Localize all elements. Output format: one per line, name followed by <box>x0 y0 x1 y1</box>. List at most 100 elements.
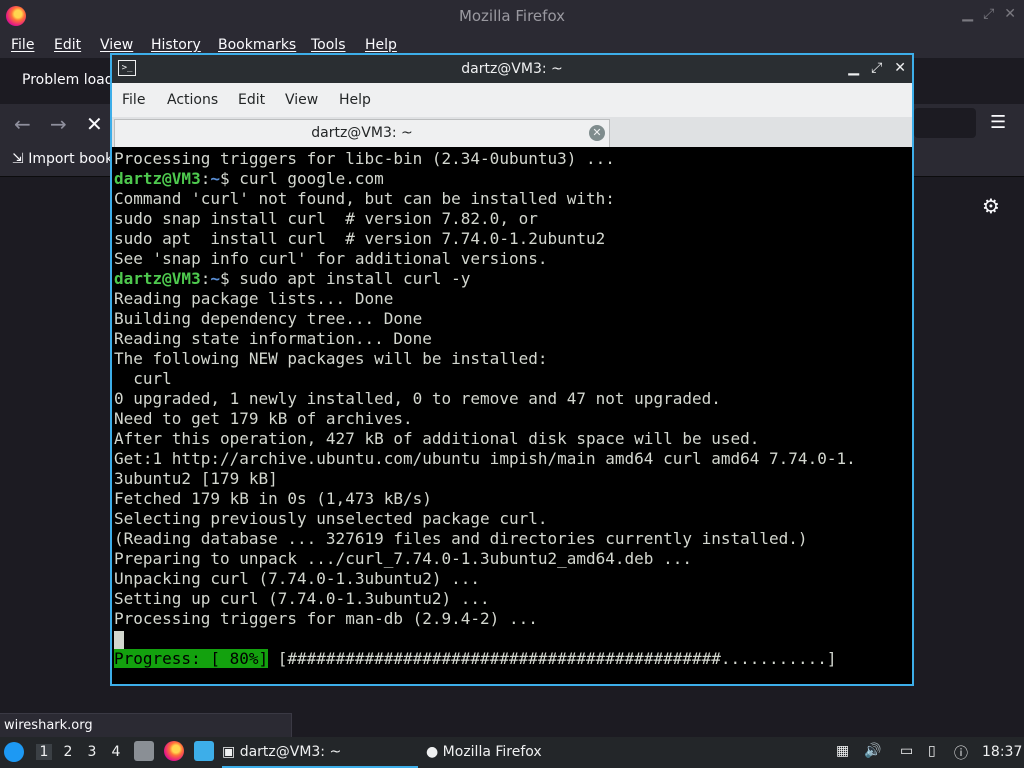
firefox-window-title: Mozilla Firefox <box>458 7 566 25</box>
terminal-menu-actions[interactable]: Actions <box>167 92 218 108</box>
prompt-path: ~ <box>210 169 220 188</box>
terminal-line: Building dependency tree... Done <box>114 309 423 328</box>
import-bookmarks-label: Import book <box>28 151 114 167</box>
network-icon[interactable]: ▭ <box>900 743 913 759</box>
workspace-4[interactable]: 4 <box>108 744 124 760</box>
firefox-menu-file[interactable]: File <box>11 37 34 53</box>
import-icon: ⇲ <box>12 151 24 167</box>
terminal-line: Fetched 179 kB in 0s (1,473 kB/s) <box>114 489 432 508</box>
terminal-output[interactable]: Processing triggers for libc-bin (2.34-0… <box>112 147 912 684</box>
workspace-3[interactable]: 3 <box>84 744 100 760</box>
terminal-menu-help[interactable]: Help <box>339 92 371 108</box>
terminal-prompt-line: dartz@VM3:~$ sudo apt install curl -y <box>114 269 470 289</box>
start-menu-icon[interactable] <box>4 742 24 762</box>
prompt-user: dartz@VM3 <box>114 169 201 188</box>
prompt-dollar: $ <box>219 269 240 288</box>
terminal-line: Processing triggers for libc-bin (2.34-0… <box>114 149 615 168</box>
terminal-window-controls: ▁ ⤢ ✕ <box>848 60 906 76</box>
terminal-line: The following NEW packages will be insta… <box>114 349 548 368</box>
firefox-menu-help[interactable]: Help <box>365 37 397 53</box>
prompt-separator: : <box>200 169 211 188</box>
terminal-line: Selecting previously unselected package … <box>114 509 548 528</box>
clipboard-icon[interactable]: ▦ <box>836 743 849 759</box>
firefox-tab-label: Problem load <box>22 72 114 88</box>
terminal-line: 3ubuntu2 [179 kB] <box>114 469 278 488</box>
terminal-line: 0 upgraded, 1 newly installed, 0 to remo… <box>114 389 721 408</box>
show-desktop-icon[interactable] <box>194 741 214 761</box>
volume-icon[interactable]: 🔊 <box>864 743 881 759</box>
terminal-line: (Reading database ... 327619 files and d… <box>114 529 808 548</box>
notes-icon[interactable]: ▯ <box>928 743 936 759</box>
minimize-icon[interactable]: ▁ <box>848 60 859 76</box>
terminal-line: Unpacking curl (7.74.0-1.3ubuntu2) ... <box>114 569 481 588</box>
firefox-menu-history[interactable]: History <box>151 37 201 53</box>
progress-line: Progress: [ 80%] [######################… <box>114 649 836 669</box>
terminal-line: Preparing to unpack .../curl_7.74.0-1.3u… <box>114 549 692 568</box>
file-manager-icon[interactable] <box>134 741 154 761</box>
firefox-menu-tools[interactable]: Tools <box>311 37 346 53</box>
stop-icon[interactable]: ✕ <box>86 112 103 136</box>
terminal-line: Reading package lists... Done <box>114 289 394 308</box>
close-icon[interactable]: ✕ <box>1004 6 1016 22</box>
terminal-line: Command 'curl' not found, but can be ins… <box>114 189 615 208</box>
text-cursor <box>114 630 124 649</box>
prompt-dollar: $ <box>219 169 240 188</box>
terminal-line: curl <box>114 369 172 388</box>
prompt-command: curl google.com <box>239 169 384 188</box>
workspace-2[interactable]: 2 <box>60 744 76 760</box>
workspace-1[interactable]: 1 <box>36 744 52 760</box>
firefox-launcher-icon[interactable] <box>164 741 184 761</box>
prompt-path: ~ <box>210 269 220 288</box>
terminal-titlebar: >_ dartz@VM3: ~ ▁ ⤢ ✕ <box>112 55 912 83</box>
firefox-tab-problem-loading[interactable]: Problem load <box>22 72 114 88</box>
back-arrow-icon[interactable]: ← <box>14 112 31 136</box>
terminal-menu-file[interactable]: File <box>122 92 145 108</box>
terminal-window: >_ dartz@VM3: ~ ▁ ⤢ ✕ File Actions Edit … <box>110 53 914 686</box>
firefox-icon: ● <box>426 744 439 760</box>
terminal-menubar: File Actions Edit View Help <box>112 83 912 117</box>
firefox-menu-edit[interactable]: Edit <box>54 37 81 53</box>
firefox-window-controls: ▁ ⤢ ✕ <box>962 6 1016 22</box>
taskbar-task-label: Mozilla Firefox <box>442 744 542 760</box>
minimize-icon[interactable]: ▁ <box>962 6 973 22</box>
terminal-line: sudo snap install curl # version 7.82.0,… <box>114 209 538 228</box>
tab-close-icon[interactable]: ✕ <box>589 125 605 141</box>
taskbar-task-label: dartz@VM3: ~ <box>239 744 342 760</box>
terminal-tabbar: dartz@VM3: ~ ✕ <box>112 117 912 147</box>
terminal-line: Reading state information... Done <box>114 329 432 348</box>
terminal-window-title: dartz@VM3: ~ <box>461 61 563 77</box>
terminal-tab[interactable]: dartz@VM3: ~ ✕ <box>114 119 610 147</box>
clock: 18:37 <box>982 744 1023 760</box>
terminal-line: Setting up curl (7.74.0-1.3ubuntu2) ... <box>114 589 490 608</box>
maximize-icon[interactable]: ⤢ <box>871 60 882 76</box>
forward-arrow-icon[interactable]: → <box>50 112 67 136</box>
url-bar[interactable] <box>914 108 976 138</box>
terminal-line: Need to get 179 kB of archives. <box>114 409 413 428</box>
gear-icon[interactable]: ⚙ <box>982 194 1000 218</box>
terminal-line: After this operation, 427 kB of addition… <box>114 429 760 448</box>
terminal-prompt-line: dartz@VM3:~$ curl google.com <box>114 169 384 189</box>
progress-bar: [#######################################… <box>277 649 837 668</box>
status-url: wireshark.org <box>0 713 292 737</box>
taskbar-task-terminal[interactable]: ▣ dartz@VM3: ~ <box>222 737 418 768</box>
notification-icon[interactable]: ⓘ <box>954 743 968 763</box>
prompt-separator: : <box>200 269 211 288</box>
hamburger-menu-icon[interactable]: ☰ <box>990 112 1006 133</box>
terminal-line: Get:1 http://archive.ubuntu.com/ubuntu i… <box>114 449 856 468</box>
terminal-cursor-line <box>114 629 124 649</box>
firefox-menu-bookmarks[interactable]: Bookmarks <box>218 37 296 53</box>
taskbar-task-firefox[interactable]: ● Mozilla Firefox <box>426 737 616 768</box>
firefox-menu-view[interactable]: View <box>100 37 133 53</box>
terminal-menu-view[interactable]: View <box>285 92 318 108</box>
firefox-titlebar: Mozilla Firefox ▁ ⤢ ✕ <box>0 0 1024 32</box>
terminal-line: See 'snap info curl' for additional vers… <box>114 249 548 268</box>
close-icon[interactable]: ✕ <box>894 60 906 76</box>
prompt-user: dartz@VM3 <box>114 269 201 288</box>
maximize-icon[interactable]: ⤢ <box>983 6 994 22</box>
terminal-line: Processing triggers for man-db (2.9.4-2)… <box>114 609 538 628</box>
terminal-tab-label: dartz@VM3: ~ <box>311 125 413 141</box>
import-bookmarks-button[interactable]: ⇲ Import book <box>12 151 113 167</box>
prompt-command: sudo apt install curl -y <box>239 269 471 288</box>
terminal-menu-edit[interactable]: Edit <box>238 92 265 108</box>
progress-label: Progress: [ 80%] <box>114 649 269 668</box>
